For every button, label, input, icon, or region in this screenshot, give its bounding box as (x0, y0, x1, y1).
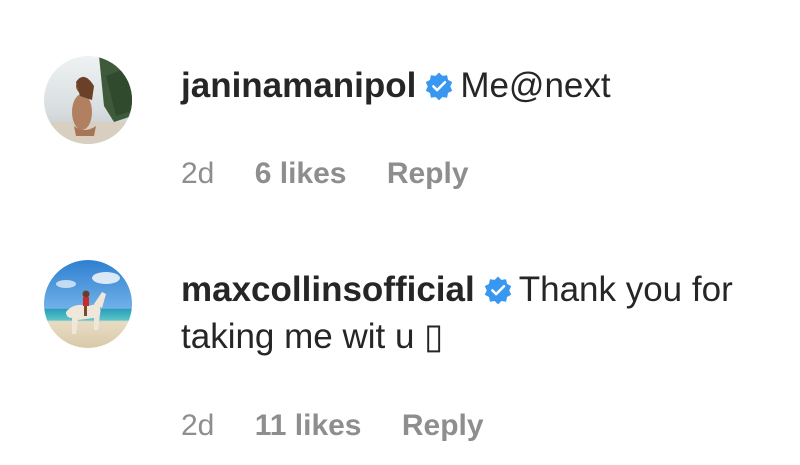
reply-button[interactable]: Reply (402, 409, 484, 443)
comment-meta: 2d 11 likes Reply (181, 409, 484, 443)
comment-likes[interactable]: 6 likes (255, 157, 347, 191)
comment-username[interactable]: janinamanipol (181, 66, 416, 105)
reply-button[interactable]: Reply (387, 157, 469, 191)
verified-badge-icon (426, 72, 453, 101)
comment-time[interactable]: 2d (181, 157, 214, 191)
comment-meta: 2d 6 likes Reply (181, 157, 469, 191)
profile-photo-icon (44, 260, 132, 348)
comment-username[interactable]: maxcollinsofficial (181, 270, 475, 309)
comment-likes[interactable]: 11 likes (255, 409, 362, 443)
comment-body: maxcollinsofficial Thank you for taking … (181, 266, 781, 360)
avatar[interactable] (44, 260, 132, 348)
verified-badge-icon (484, 276, 511, 305)
comment-body: janinamanipol Me@next (181, 62, 781, 109)
profile-photo-icon (44, 56, 132, 144)
avatar[interactable] (44, 56, 132, 144)
comment-text: Me@next (460, 66, 611, 105)
comment-item: janinamanipol Me@next 2d 6 likes Reply (0, 0, 800, 230)
comment-time[interactable]: 2d (181, 409, 214, 443)
comment-item: maxcollinsofficial Thank you for taking … (0, 230, 800, 465)
